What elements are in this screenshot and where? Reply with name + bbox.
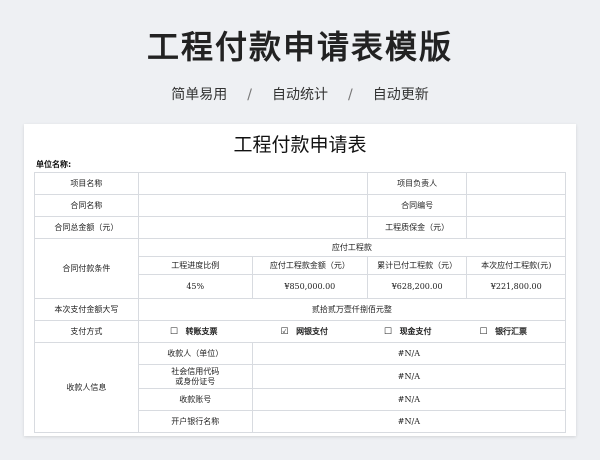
tag-auto-update: 自动更新 xyxy=(372,87,429,103)
progress-ratio-value: 45% xyxy=(137,274,253,299)
contract-total-field[interactable] xyxy=(137,216,368,239)
project-lead-field[interactable] xyxy=(466,172,566,195)
feature-tagline: 简单易用 / 自动统计 / 自动更新 xyxy=(0,84,600,104)
form-title: 工程付款申请表 xyxy=(233,134,367,156)
payee-label: 收款人（单位） xyxy=(137,342,253,365)
quality-deposit-label: 工程质保金（元） xyxy=(366,216,468,239)
unit-name-label: 单位名称: xyxy=(36,160,72,169)
page-title: 工程付款申请表模版 xyxy=(146,28,453,66)
table-row: 本次支付金额大写 贰拾贰万壹仟捌佰元整 xyxy=(34,298,567,321)
amount-in-words-label: 本次支付金额大写 xyxy=(34,298,139,321)
payable-amount-value: ¥850,000.00 xyxy=(251,274,368,299)
option-online-banking[interactable]: ☑ 网银支付 xyxy=(249,327,360,337)
table-row: 合同名称 合同编号 xyxy=(34,194,566,217)
credit-code-label: 社会信用代码 或身份证号 xyxy=(137,364,253,389)
tag-separator: / xyxy=(348,87,353,103)
paid-total-value: ¥628,200.00 xyxy=(366,274,468,299)
contract-name-label: 合同名称 xyxy=(34,194,139,217)
contract-name-field[interactable] xyxy=(137,194,368,217)
payment-form-table: 项目名称 项目负责人 合同名称 合同编号 合同总金额（元） 工程质保金（元） 合… xyxy=(34,172,567,433)
payee-value: #N/A xyxy=(251,342,567,365)
checkbox-checked-icon[interactable]: ☑ xyxy=(280,327,288,337)
tag-auto-stats: 自动统计 xyxy=(272,87,328,103)
option-bank-draft[interactable]: ☐ 银行汇票 xyxy=(456,327,551,337)
credit-code-value: #N/A xyxy=(251,364,567,389)
option-label: 网银支付 xyxy=(296,326,329,336)
checkbox-icon[interactable]: ☐ xyxy=(479,327,487,337)
account-no-label: 收款账号 xyxy=(137,388,253,411)
account-no-value: #N/A xyxy=(251,388,567,411)
col-progress-ratio: 工程进度比例 xyxy=(137,256,253,275)
project-name-label: 项目名称 xyxy=(34,172,139,195)
bank-name-value: #N/A xyxy=(251,410,567,433)
option-cash[interactable]: ☐ 现金支付 xyxy=(360,327,456,337)
option-label: 现金支付 xyxy=(399,326,432,336)
contract-no-field[interactable] xyxy=(466,194,566,217)
table-row: 项目名称 项目负责人 xyxy=(34,172,566,195)
quality-deposit-field[interactable] xyxy=(466,216,566,239)
form-sheet: 工程付款申请表 单位名称: 项目名称 项目负责人 合同名称 合同编号 合同总金额… xyxy=(24,124,576,436)
tag-separator: / xyxy=(247,87,252,103)
option-label: 转账支票 xyxy=(185,326,218,336)
current-payable-value: ¥221,800.00 xyxy=(466,274,566,299)
payee-info-label: 收款人信息 xyxy=(34,342,139,433)
option-label: 银行汇票 xyxy=(495,326,528,336)
contract-total-label: 合同总金额（元） xyxy=(34,216,139,239)
tag-easy: 简单易用 xyxy=(171,87,228,103)
option-transfer-check[interactable]: ☐ 转账支票 xyxy=(139,326,248,337)
table-row: 支付方式 ☐ 转账支票 ☑ 网银支付 ☐ 现金支付 ☐ 银行汇票 xyxy=(34,320,567,343)
payable-header: 应付工程款 xyxy=(137,238,567,257)
payment-method-options: ☐ 转账支票 ☑ 网银支付 ☐ 现金支付 ☐ 银行汇票 xyxy=(137,320,567,343)
payment-method-label: 支付方式 xyxy=(34,320,139,343)
contract-no-label: 合同编号 xyxy=(366,194,468,217)
table-row: 收款人信息 收款人（单位） #N/A xyxy=(34,342,567,433)
table-row: 合同总金额（元） 工程质保金（元） xyxy=(34,216,566,239)
payment-terms-label: 合同付款条件 xyxy=(34,238,139,299)
checkbox-icon[interactable]: ☐ xyxy=(384,327,392,337)
col-current-payable: 本次应付工程款(元) xyxy=(466,256,566,275)
col-paid-total: 累计已付工程款（元） xyxy=(366,256,468,275)
checkbox-icon[interactable]: ☐ xyxy=(170,327,178,337)
project-name-field[interactable] xyxy=(137,172,368,195)
table-row: 合同付款条件 应付工程款 xyxy=(34,238,567,299)
project-lead-label: 项目负责人 xyxy=(366,172,468,195)
amount-in-words-value: 贰拾贰万壹仟捌佰元整 xyxy=(137,298,567,321)
bank-name-label: 开户银行名称 xyxy=(137,410,253,433)
col-payable-amount: 应付工程款金额（元） xyxy=(251,256,368,275)
